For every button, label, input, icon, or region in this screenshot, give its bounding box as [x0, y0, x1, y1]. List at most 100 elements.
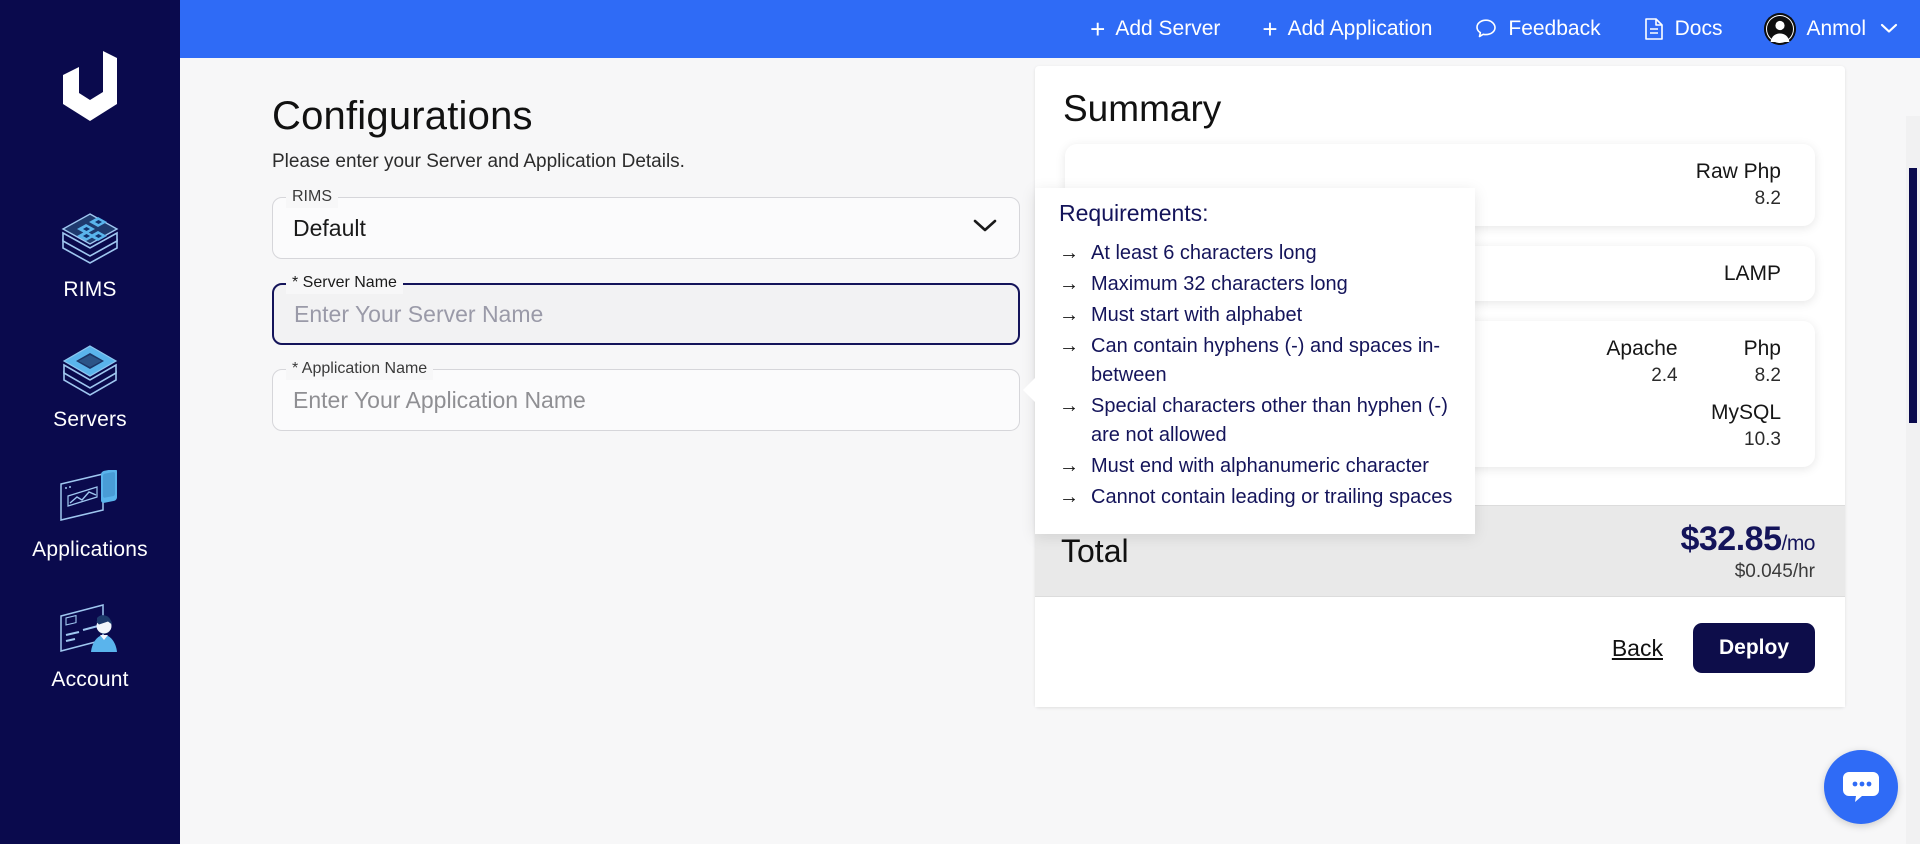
summary-header: Summary: [1035, 66, 1845, 138]
page-title: Configurations: [272, 94, 1010, 139]
summary-item-name: MySQL: [1711, 399, 1781, 426]
application-name-field[interactable]: * Application Name Enter Your Applicatio…: [272, 369, 1020, 431]
main-area: + Add Server + Add Application Feedback: [180, 0, 1920, 844]
requirement-item: → Cannot contain leading or trailing spa…: [1059, 483, 1457, 512]
applications-screen-icon: [57, 468, 123, 530]
back-button[interactable]: Back: [1612, 635, 1663, 662]
arrow-right-icon: →: [1059, 392, 1079, 421]
sidebar-item-servers[interactable]: Servers: [0, 338, 180, 432]
sidebar-item-label: Servers: [53, 408, 127, 432]
arrow-right-icon: →: [1059, 270, 1079, 299]
arrow-right-icon: →: [1059, 332, 1079, 361]
add-application-label: Add Application: [1288, 17, 1433, 41]
configuration-form: Configurations Please enter your Server …: [180, 58, 1010, 844]
server-name-field[interactable]: * Server Name Enter Your Server Name: [272, 283, 1020, 345]
chevron-down-icon[interactable]: [972, 218, 998, 239]
application-name-placeholder: Enter Your Application Name: [293, 387, 586, 414]
sidebar-item-applications[interactable]: Applications: [0, 468, 180, 562]
rims-stack-icon: [57, 208, 123, 270]
requirement-item: → Maximum 32 characters long: [1059, 270, 1457, 299]
summary-item-version: 8.2: [1744, 362, 1781, 389]
arrow-right-icon: →: [1059, 301, 1079, 330]
requirement-text: Maximum 32 characters long: [1091, 270, 1457, 299]
app-logo[interactable]: [59, 46, 121, 126]
content-area: Configurations Please enter your Server …: [180, 58, 1920, 844]
docs-button[interactable]: Docs: [1643, 17, 1723, 41]
arrow-right-icon: →: [1059, 483, 1079, 512]
requirement-text: At least 6 characters long: [1091, 239, 1457, 268]
sidebar-item-label: Account: [51, 668, 128, 692]
summary-title: Summary: [1063, 88, 1817, 130]
sidebar-item-account[interactable]: Account: [0, 598, 180, 692]
docs-label: Docs: [1675, 17, 1723, 41]
total-label: Total: [1061, 533, 1129, 570]
requirement-text: Must start with alphabet: [1091, 301, 1457, 330]
arrow-right-icon: →: [1059, 452, 1079, 481]
user-name-label: Anmol: [1806, 17, 1866, 41]
summary-cell: Apache 2.4: [1606, 335, 1677, 389]
chat-bubble-icon: [1841, 768, 1881, 806]
server-name-legend: * Server Name: [286, 272, 403, 294]
summary-cell: LAMP: [1724, 260, 1781, 287]
top-header: + Add Server + Add Application Feedback: [180, 0, 1920, 58]
requirement-item: → Must start with alphabet: [1059, 301, 1457, 330]
sidebar-item-rims[interactable]: RIMS: [0, 208, 180, 302]
summary-cell: Raw Php 8.2: [1696, 158, 1781, 212]
document-icon: [1643, 17, 1665, 41]
requirement-item: → Must end with alphanumeric character: [1059, 452, 1457, 481]
summary-item-version: 10.3: [1711, 426, 1781, 453]
summary-cell: MySQL 10.3: [1711, 399, 1781, 453]
requirement-text: Can contain hyphens (-) and spaces in-be…: [1091, 332, 1457, 390]
requirement-text: Must end with alphanumeric character: [1091, 452, 1457, 481]
server-chip-icon: [57, 338, 123, 400]
page-subtitle: Please enter your Server and Application…: [272, 151, 1010, 173]
requirement-text: Special characters other than hyphen (-)…: [1091, 392, 1457, 450]
summary-item-name: Apache: [1606, 335, 1677, 362]
chevron-down-icon: [1880, 19, 1898, 39]
arrow-right-icon: →: [1059, 239, 1079, 268]
requirement-text: Cannot contain leading or trailing space…: [1091, 483, 1457, 512]
application-name-legend: * Application Name: [286, 358, 433, 380]
deploy-button[interactable]: Deploy: [1693, 623, 1815, 673]
requirements-title: Requirements:: [1059, 200, 1457, 227]
chat-support-button[interactable]: [1824, 750, 1898, 824]
sidebar-item-label: Applications: [32, 538, 148, 562]
sidebar: RIMS Servers: [0, 0, 180, 844]
account-user-icon: [57, 598, 123, 660]
add-server-button[interactable]: + Add Server: [1090, 16, 1220, 42]
summary-item-version: 8.2: [1696, 185, 1781, 212]
summary-item-name: Php: [1744, 335, 1781, 362]
feedback-button[interactable]: Feedback: [1474, 17, 1600, 41]
server-name-placeholder: Enter Your Server Name: [294, 301, 543, 328]
server-name-requirements-tooltip: Requirements: → At least 6 characters lo…: [1035, 188, 1475, 534]
avatar: [1764, 13, 1796, 45]
rims-select-field[interactable]: RIMS Default: [272, 197, 1020, 259]
add-server-label: Add Server: [1115, 17, 1220, 41]
vertical-scrollbar-thumb[interactable]: [1909, 168, 1917, 423]
summary-item-name: Raw Php: [1696, 158, 1781, 185]
feedback-label: Feedback: [1508, 17, 1600, 41]
add-application-button[interactable]: + Add Application: [1262, 16, 1432, 42]
d-logo-icon: [59, 49, 121, 123]
total-monthly: $32.85/mo: [1680, 520, 1815, 559]
chat-bubble-icon: [1474, 17, 1498, 41]
app-root: RIMS Servers: [0, 0, 1920, 844]
plus-icon: +: [1262, 16, 1277, 42]
summary-item-name: LAMP: [1724, 260, 1781, 287]
sidebar-item-label: RIMS: [63, 278, 116, 302]
rims-select[interactable]: Default: [272, 197, 1020, 259]
plus-icon: +: [1090, 16, 1105, 42]
rims-value: Default: [293, 215, 366, 242]
requirement-item: → Can contain hyphens (-) and spaces in-…: [1059, 332, 1457, 390]
user-menu[interactable]: Anmol: [1764, 13, 1898, 45]
summary-item-version: 2.4: [1606, 362, 1677, 389]
summary-cell: Php 8.2: [1744, 335, 1781, 389]
requirement-item: → At least 6 characters long: [1059, 239, 1457, 268]
total-hourly: $0.045/hr: [1680, 561, 1815, 583]
sidebar-nav: RIMS Servers: [0, 208, 180, 728]
total-monthly-unit: /mo: [1781, 532, 1815, 555]
rims-legend: RIMS: [286, 186, 338, 208]
action-bar: Back Deploy: [1035, 597, 1845, 707]
requirement-item: → Special characters other than hyphen (…: [1059, 392, 1457, 450]
total-monthly-amount: $32.85: [1680, 520, 1781, 558]
